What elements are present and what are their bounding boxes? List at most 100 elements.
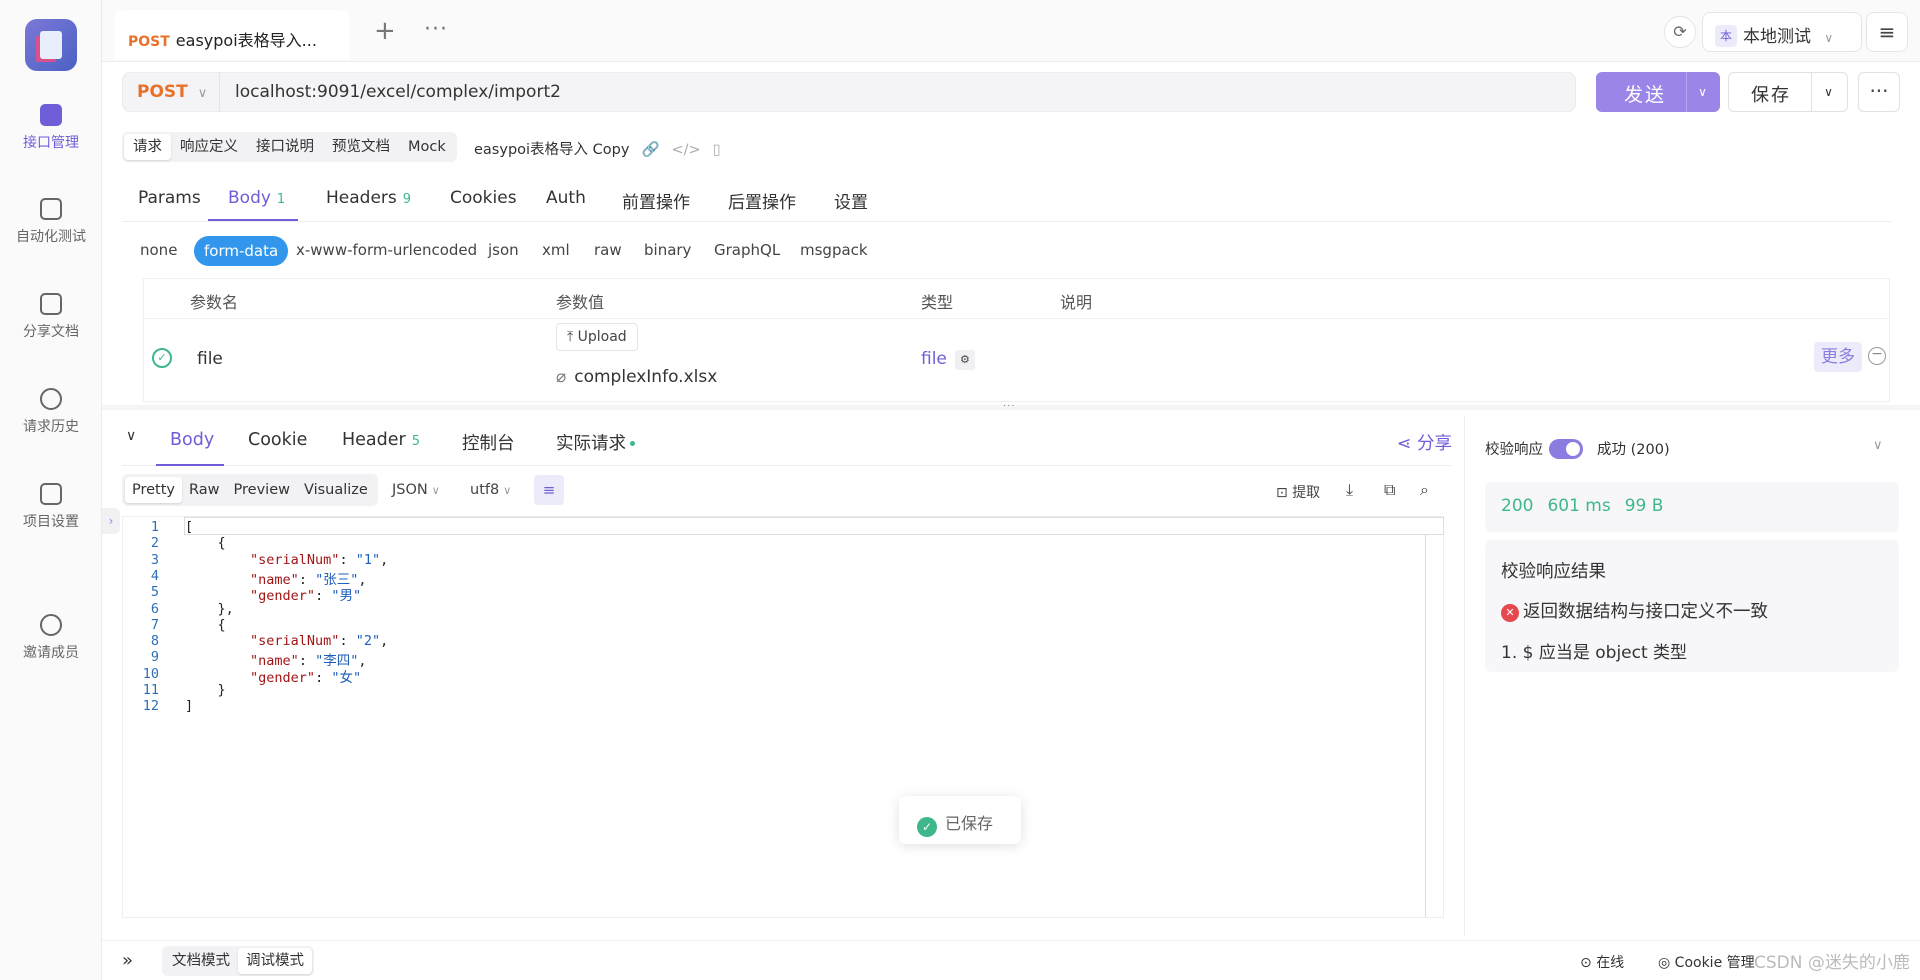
response-tab-actual-request[interactable]: 实际请求 — [556, 430, 635, 455]
nav-item-share-docs[interactable]: 分享文档 — [0, 293, 102, 341]
mode-doc[interactable]: 文档模式 — [164, 948, 238, 974]
tab-label: 前置操作 — [622, 193, 690, 213]
expand-sidebar-icon[interactable]: › — [102, 508, 120, 534]
format-raw[interactable]: Raw — [182, 477, 227, 503]
validation-toggle[interactable] — [1549, 439, 1583, 459]
send-label: 发送 — [1624, 84, 1667, 106]
subtab-api-desc[interactable]: 接口说明 — [247, 134, 323, 160]
download-icon[interactable]: ⤓ — [1346, 480, 1353, 500]
tab-post-script[interactable]: 后置操作 — [728, 188, 796, 213]
format-pretty[interactable]: Pretty — [125, 477, 183, 503]
code-line: [ — [185, 519, 194, 535]
refresh-icon[interactable]: ⟳ — [1664, 16, 1696, 48]
save-button[interactable]: 保存 ∨ — [1728, 72, 1848, 112]
chevron-down-icon: ∨ — [503, 484, 512, 497]
search-icon[interactable]: ⌕ — [1420, 480, 1429, 500]
method-select[interactable]: POST ∨ — [137, 82, 207, 102]
tab-headers[interactable]: Headers 9 — [326, 188, 411, 208]
body-type-none[interactable]: none — [140, 241, 177, 259]
nav-item-label: 接口管理 — [23, 135, 79, 151]
response-body-editor[interactable]: 1[2 {3 "serialNum": "1", 4 "name": "张三", 5… — [122, 516, 1444, 918]
tab-settings[interactable]: 设置 — [834, 188, 868, 213]
share-button[interactable]: ⋖ 分享 — [1397, 430, 1452, 455]
status-dot — [630, 441, 635, 446]
body-type-xml[interactable]: xml — [542, 241, 570, 259]
subtab-mock[interactable]: Mock — [399, 134, 455, 160]
tab-params[interactable]: Params — [138, 188, 201, 208]
nav-item-api-management[interactable]: 接口管理 — [0, 104, 102, 152]
environment-select[interactable]: 本本地测试 ∨ — [1702, 12, 1862, 52]
online-status[interactable]: ⊙ 在线 — [1580, 952, 1624, 972]
automation-icon — [40, 198, 62, 220]
send-options-icon[interactable]: ∨ — [1686, 72, 1720, 112]
save-label: 保存 — [1751, 85, 1791, 106]
tab-body[interactable]: Body 1 — [228, 188, 285, 208]
tab-count: 1 — [276, 192, 286, 207]
tab-label: Headers — [326, 188, 397, 208]
format-visualize[interactable]: Visualize — [297, 477, 375, 503]
param-type-select[interactable]: file ⚙ — [921, 349, 975, 370]
nav-item-label: 项目设置 — [23, 514, 79, 530]
chevron-down-icon[interactable]: ∨ — [1873, 438, 1883, 453]
subtab-request[interactable]: 请求 — [124, 134, 171, 160]
body-type-binary[interactable]: binary — [644, 241, 691, 259]
cookie-manager[interactable]: ◎ Cookie 管理 — [1658, 952, 1755, 972]
nav-item-project-settings[interactable]: 项目设置 — [0, 483, 102, 531]
tab-cookies[interactable]: Cookies — [450, 188, 517, 208]
panel-icon[interactable]: ▯ — [713, 142, 721, 158]
response-tab-body[interactable]: Body — [170, 430, 214, 450]
code-icon[interactable]: </> — [672, 142, 701, 158]
response-tabs: ∨ Body Cookie Header 5 控制台 实际请求 ⋖ 分享 — [122, 424, 1452, 466]
encoding-select[interactable]: utf8 ∨ — [470, 482, 511, 498]
response-tab-header[interactable]: Header 5 — [342, 430, 420, 450]
editor-scrollbar[interactable] — [1425, 535, 1426, 917]
nav-item-request-history[interactable]: 请求历史 — [0, 388, 102, 436]
response-tab-console[interactable]: 控制台 — [462, 430, 515, 455]
menu-icon[interactable]: ≡ — [1866, 12, 1908, 52]
save-options-icon[interactable]: ∨ — [1811, 73, 1847, 111]
body-type-raw[interactable]: raw — [594, 241, 622, 259]
expand-icon[interactable]: » — [122, 950, 133, 971]
add-tab-icon[interactable]: + — [374, 16, 396, 46]
send-button[interactable]: 发送 ∨ — [1596, 72, 1720, 112]
copy-icon[interactable]: ⧉ — [1384, 480, 1395, 500]
param-name[interactable]: file — [197, 349, 223, 369]
check-icon[interactable]: ✓ — [152, 348, 172, 368]
share-label: 分享 — [1417, 434, 1452, 454]
history-icon — [40, 388, 62, 410]
body-type-graphql[interactable]: GraphQL — [714, 241, 780, 259]
body-type-urlencoded[interactable]: x-www-form-urlencoded — [296, 241, 477, 259]
format-preview[interactable]: Preview — [227, 477, 297, 503]
body-type-json[interactable]: json — [488, 241, 519, 259]
collapse-icon[interactable]: ∨ — [126, 428, 136, 444]
remove-icon[interactable]: − — [1868, 347, 1886, 365]
request-tab[interactable]: POST easypoi表格导入... — [114, 10, 350, 60]
validation-status: 成功 (200) — [1597, 442, 1670, 458]
wrap-lines-icon[interactable]: ≡ — [534, 475, 564, 505]
line-number: 2 — [150, 535, 159, 552]
upload-label: Upload — [577, 329, 627, 345]
mode-debug[interactable]: 调试模式 — [238, 948, 312, 974]
tab-more-icon[interactable]: ··· — [424, 17, 448, 42]
subtab-response-def[interactable]: 响应定义 — [171, 134, 247, 160]
link-icon[interactable]: 🔗 — [641, 142, 659, 158]
url-input[interactable]: localhost:9091/excel/complex/import2 — [235, 82, 561, 102]
upload-button[interactable]: ⤒ Upload — [556, 323, 638, 351]
code-line: "serialNum": "1", — [250, 551, 389, 568]
nav-item-automation-test[interactable]: 自动化测试 — [0, 198, 102, 246]
result-detail: 1. $ 应当是 object 类型 — [1501, 643, 1688, 663]
line-number: 6 — [150, 600, 159, 617]
nav-item-invite-members[interactable]: 邀请成员 — [0, 614, 102, 662]
response-tab-cookie[interactable]: Cookie — [248, 430, 307, 450]
tab-pre-script[interactable]: 前置操作 — [622, 188, 690, 213]
language-select[interactable]: JSON ∨ — [392, 482, 440, 498]
extract-button[interactable]: ⊡ 提取 — [1276, 482, 1320, 502]
body-type-msgpack[interactable]: msgpack — [800, 241, 868, 259]
tab-auth[interactable]: Auth — [546, 188, 586, 208]
more-actions-icon[interactable]: ··· — [1858, 72, 1900, 112]
column-header: 参数值 — [556, 293, 605, 312]
drag-handle-icon[interactable]: ··· — [1003, 401, 1016, 412]
subtab-preview-doc[interactable]: 预览文档 — [323, 134, 399, 160]
body-type-form-data[interactable]: form-data — [194, 236, 289, 266]
more-button[interactable]: 更多 — [1814, 342, 1862, 372]
